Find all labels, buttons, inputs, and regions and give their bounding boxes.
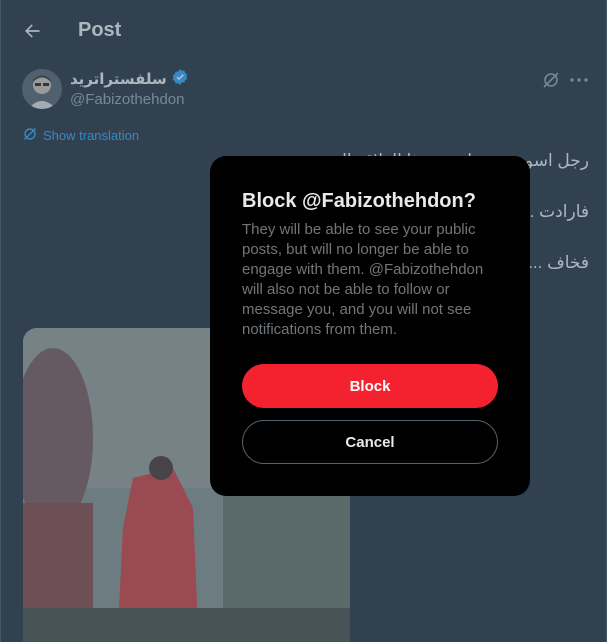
block-confirmation-dialog: Block @Fabizothehdon? They will be able … <box>210 156 530 496</box>
dialog-title: Block @Fabizothehdon? <box>242 190 476 212</box>
dialog-description: They will be able to see your public pos… <box>242 221 484 338</box>
block-button[interactable]: Block <box>242 364 498 408</box>
cancel-button[interactable]: Cancel <box>242 420 498 464</box>
